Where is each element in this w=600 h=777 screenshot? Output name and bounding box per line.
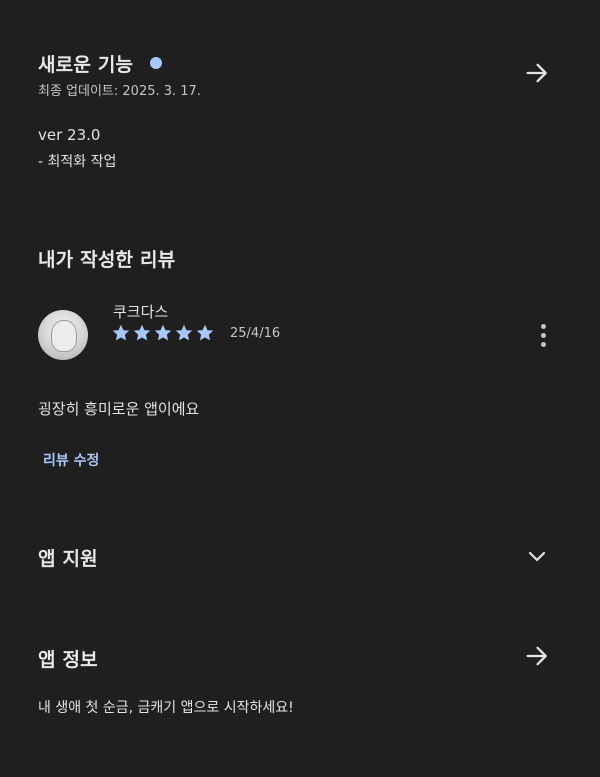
avatar-portrait [51,320,77,352]
avatar [38,310,88,360]
star-rating [112,324,214,342]
reviewer-name: 쿠크다스 [113,303,169,321]
star-icon [112,324,130,341]
app-info-arrow-button[interactable] [520,639,554,673]
last-updated-text: 최종 업데이트: 2025. 3. 17. [38,84,201,99]
app-info-title: 앱 정보 [38,649,98,671]
star-icon [175,324,193,341]
new-indicator-dot [150,57,162,69]
review-date: 25/4/16 [230,326,281,341]
star-icon [154,324,172,341]
app-support-toggle-button[interactable] [520,541,554,571]
app-info-description: 내 생애 첫 순금, 금캐기 앱으로 시작하세요! [38,700,294,716]
version-text: ver 23.0 [38,126,101,144]
whats-new-title: 새로운 기능 [38,54,134,76]
chevron-down-icon [528,551,546,562]
app-support-title[interactable]: 앱 지원 [38,544,98,571]
version-note: - 최적화 작업 [38,154,117,170]
review-text: 굉장히 흥미로운 앱이에요 [38,400,200,418]
review-more-button[interactable] [527,318,559,352]
star-icon [133,324,151,341]
star-icon [196,324,214,341]
whats-new-arrow-button[interactable] [520,56,554,90]
arrow-right-icon [526,646,547,666]
arrow-right-icon [526,63,547,83]
more-vert-icon [540,323,546,347]
my-review-title: 내가 작성한 리뷰 [38,249,176,271]
edit-review-button[interactable]: 리뷰 수정 [43,450,99,470]
